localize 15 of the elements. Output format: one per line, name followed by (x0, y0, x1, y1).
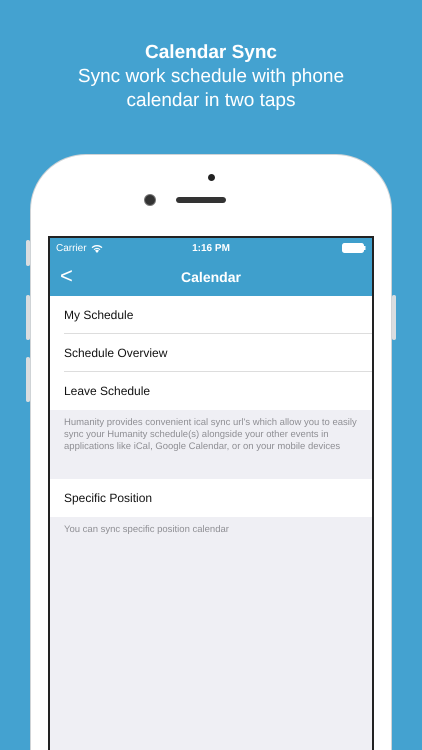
section-footer: Humanity provides convenient ical sync url's which allow you to easily sync your Humanity schedule(s) alongside your other events in applications like iCal, Google Calendar, or on your mobile devices (50, 410, 372, 479)
camera-icon (144, 194, 156, 206)
list-item[interactable]: Leave Schedule (64, 372, 372, 410)
battery-icon (342, 243, 366, 253)
section-footer: You can sync specific position calendar (50, 517, 372, 544)
carrier-label: Carrier (56, 242, 87, 254)
sensor-dot (208, 174, 214, 181)
wifi-icon (90, 244, 103, 252)
list-item[interactable]: My Schedule (64, 296, 372, 334)
speaker-grille (176, 197, 226, 203)
screen-title: Calendar (181, 269, 241, 285)
subtitle: Sync work schedule with phone calendar in two taps (76, 65, 346, 113)
status-time: 1:16 PM (192, 242, 230, 254)
headline: Calendar Sync (144, 41, 278, 65)
list-item[interactable]: Schedule Overview (64, 334, 372, 372)
